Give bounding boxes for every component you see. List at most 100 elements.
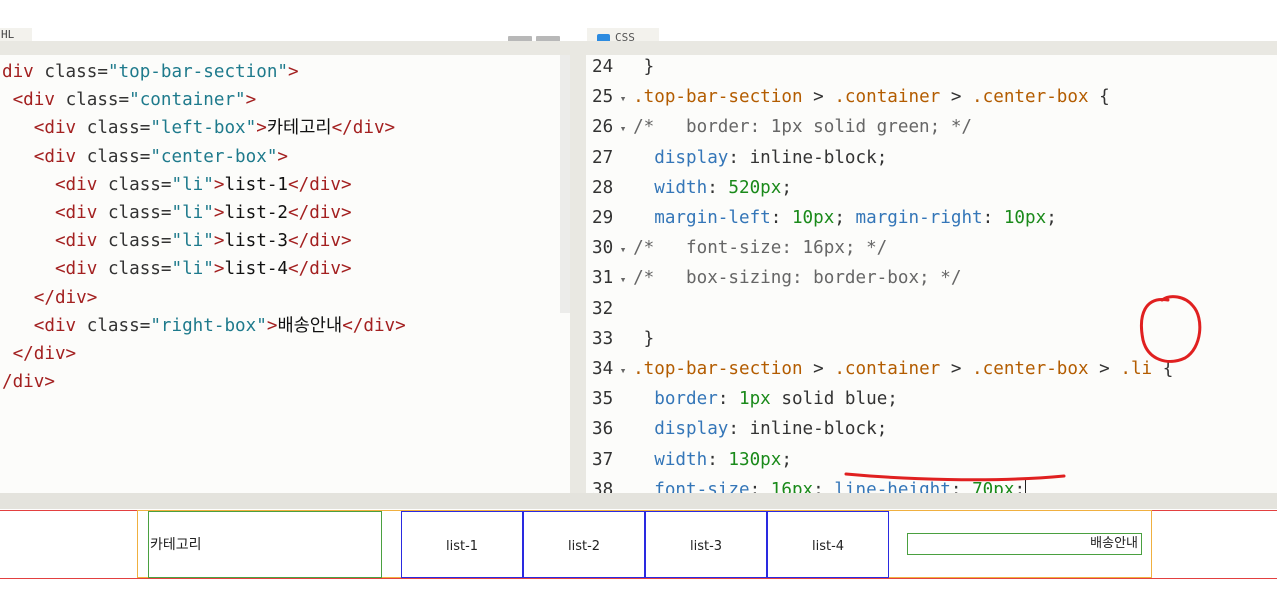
code-punct: = (160, 231, 172, 252)
code-token: { (1152, 359, 1174, 380)
code-attr: class (107, 174, 161, 195)
html-editor-pane[interactable]: div class="top-bar-section"> <div class=… (0, 41, 570, 493)
code-token: .container (834, 87, 941, 108)
code-token: > (940, 359, 973, 380)
code-token: 10px (791, 208, 835, 229)
code-punct: = (139, 315, 151, 336)
code-tag: > (277, 146, 289, 167)
gutter-space (613, 334, 633, 347)
code-token: { (1088, 87, 1110, 108)
code-tag: > (266, 315, 278, 336)
code-token: 70px (972, 479, 1015, 493)
html-code[interactable]: div class="top-bar-section"> <div class=… (2, 58, 406, 396)
css-code-line[interactable]: 24 } (592, 55, 1173, 83)
code-text: list-2 (224, 203, 289, 224)
css-code-line[interactable]: 38 font-size: 16px; line-height: 70px; (592, 476, 1173, 493)
code-text: 배송안내 (277, 315, 343, 336)
css-code-line[interactable]: 25 ▾ .top-bar-section > .container > .ce… (592, 83, 1173, 113)
code-tag: </div> (12, 344, 77, 365)
code-tag: <div (54, 203, 108, 224)
code-token: : (707, 177, 729, 198)
css-code-line[interactable]: 34 ▾ .top-bar-section > .container > .ce… (592, 355, 1173, 385)
css-code-line[interactable]: 35 border: 1px solid blue; (592, 385, 1173, 415)
code-token: /* box-sizing: border-box; */ (633, 268, 962, 289)
tab-html[interactable]: HL (0, 28, 32, 41)
code-token: line-height (834, 479, 951, 493)
code-attr: class (86, 118, 140, 139)
code-token: .center-box (972, 87, 1089, 108)
html-code-line[interactable]: <div class="li">list-1</div> (2, 171, 406, 199)
css-code-line[interactable]: 28 width: 520px; (592, 174, 1173, 204)
html-code-line[interactable]: <div class="li">list-4</div> (2, 255, 406, 283)
code-token: border (654, 389, 718, 410)
code-string: "li" (171, 259, 214, 280)
css-code-line[interactable]: 36 display: inline-block; (592, 415, 1173, 445)
code-attr: class (107, 203, 161, 224)
html-code-line[interactable]: <div class="center-box"> (2, 143, 406, 171)
css-code-line[interactable]: 32 (592, 295, 1173, 325)
code-token: ; (834, 208, 856, 229)
code-token: 520px (728, 177, 782, 198)
html-code-line[interactable]: div class="top-bar-section"> (2, 58, 406, 86)
line-number: 30 (592, 238, 614, 259)
code-token: : (982, 208, 1004, 229)
html-code-line[interactable]: <div class="left-box">카테고리</div> (2, 114, 406, 142)
css-editor-pane[interactable]: 24 } 25 ▾ .top-bar-section > .container >… (586, 41, 1277, 493)
fold-arrow-icon: ▾ (613, 364, 634, 378)
html-code-line[interactable]: /div> (2, 368, 406, 396)
css-code-line[interactable]: 27 display: inline-block; (592, 144, 1173, 174)
code-attr: class (86, 315, 140, 336)
css-code[interactable]: 24 } 25 ▾ .top-bar-section > .container >… (592, 55, 1173, 493)
html-code-line[interactable]: <div class="li">list-3</div> (2, 227, 406, 255)
code-token: .container (834, 359, 941, 380)
code-token: : (717, 389, 739, 410)
li-box: list-1 (401, 511, 523, 578)
code-token: margin-right (855, 208, 983, 229)
css-code-line[interactable]: 26 ▾ /* border: 1px solid green; */ (592, 113, 1173, 143)
code-token: .center-box (972, 359, 1089, 380)
preview-divider[interactable] (0, 493, 1277, 509)
html-scrollbar[interactable] (560, 55, 570, 313)
css-code-line[interactable]: 30 ▾ /* font-size: 16px; */ (592, 234, 1173, 264)
code-token: width (654, 449, 708, 470)
left-box: 카테고리 (148, 511, 382, 578)
code-string: "li" (171, 174, 214, 195)
pane-splitter[interactable] (570, 41, 586, 493)
line-number: 37 (592, 449, 614, 470)
code-tag: </div> (342, 315, 406, 336)
line-number: 31 (592, 268, 614, 289)
gutter-space (613, 394, 633, 407)
code-token: 1px (739, 389, 771, 410)
line-number: 28 (592, 177, 614, 198)
code-tag: </div> (288, 174, 352, 195)
code-token: solid blue; (770, 389, 898, 410)
gutter-space (613, 183, 633, 196)
code-tag: <div (12, 90, 66, 111)
code-token: ; (1014, 479, 1026, 493)
code-string: "li" (171, 203, 214, 224)
html-code-line[interactable]: <div class="container"> (2, 86, 406, 114)
fold-arrow-icon: ▾ (613, 122, 634, 136)
code-punct: = (160, 174, 172, 195)
html-code-line[interactable]: <div class="right-box">배송안내</div> (2, 312, 406, 340)
css-code-line[interactable]: 31 ▾ /* box-sizing: border-box; */ (592, 264, 1173, 294)
html-code-line[interactable]: <div class="li">list-2</div> (2, 199, 406, 227)
css-code-line[interactable]: 37 width: 130px; (592, 446, 1173, 476)
css-code-line[interactable]: 33 } (592, 325, 1173, 355)
code-tag: > (288, 62, 299, 82)
html-code-line[interactable]: </div> (2, 284, 406, 312)
css-code-line[interactable]: 29 margin-left: 10px; margin-right: 10px… (592, 204, 1173, 234)
code-tag: </div> (33, 287, 98, 308)
code-string: "center-box" (150, 146, 278, 167)
code-token: : (950, 479, 973, 493)
code-token: 16px (770, 479, 814, 493)
html-code-line[interactable]: </div> (2, 340, 406, 368)
gutter-space (613, 213, 633, 226)
